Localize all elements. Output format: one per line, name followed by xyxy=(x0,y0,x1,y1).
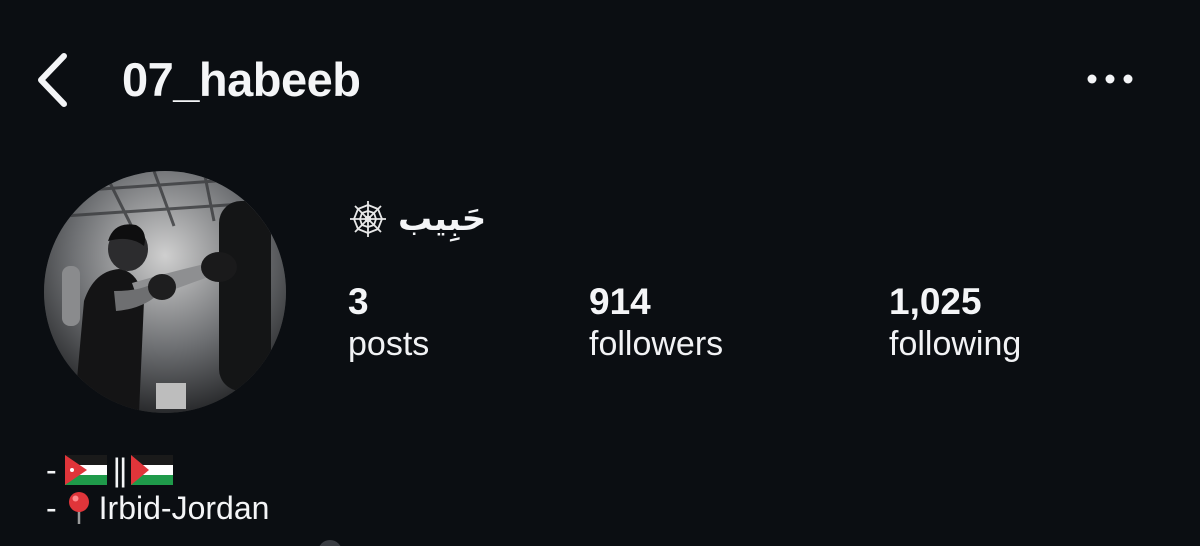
stat-followers[interactable]: 914 followers xyxy=(589,282,723,366)
ellipsis-horizontal-icon xyxy=(1087,74,1133,84)
stat-following[interactable]: 1,025 following xyxy=(889,282,1021,366)
profile-display-name: حَبِيب xyxy=(398,199,487,239)
following-label: following xyxy=(889,325,1022,363)
profile-bio: - || - Irbid-Jordan xyxy=(46,451,269,527)
bio-dash: - xyxy=(46,490,57,526)
bio-line-location: - Irbid-Jordan xyxy=(46,489,269,527)
chevron-left-icon xyxy=(38,53,67,107)
palestine-flag-icon xyxy=(131,455,174,485)
jordan-flag-icon xyxy=(64,455,107,485)
spider-web-icon xyxy=(350,201,386,237)
profile-avatar[interactable] xyxy=(44,171,286,413)
bio-dash: - xyxy=(46,452,57,488)
display-name-row: حَبِيب xyxy=(348,195,486,243)
avatar-photo xyxy=(44,171,286,413)
posts-label: posts xyxy=(348,325,430,363)
followers-count: 914 xyxy=(589,281,651,322)
back-button[interactable] xyxy=(28,50,78,110)
posts-count: 3 xyxy=(348,281,369,322)
profile-username: 07_habeeb xyxy=(122,53,361,106)
followers-label: followers xyxy=(589,325,724,363)
stat-posts[interactable]: 3 posts xyxy=(348,282,429,366)
profile-screen: 07_habeeb حَبِيب 3 posts 914 followers 1… xyxy=(0,0,1200,546)
bio-location: Irbid-Jordan xyxy=(98,490,270,526)
following-count: 1,025 xyxy=(889,281,982,322)
bio-separator: || xyxy=(112,452,128,488)
scroll-indicator xyxy=(318,540,342,546)
bio-line-flags: - || xyxy=(46,451,269,489)
more-options-button[interactable] xyxy=(1080,64,1140,94)
round-pushpin-icon xyxy=(68,492,89,524)
